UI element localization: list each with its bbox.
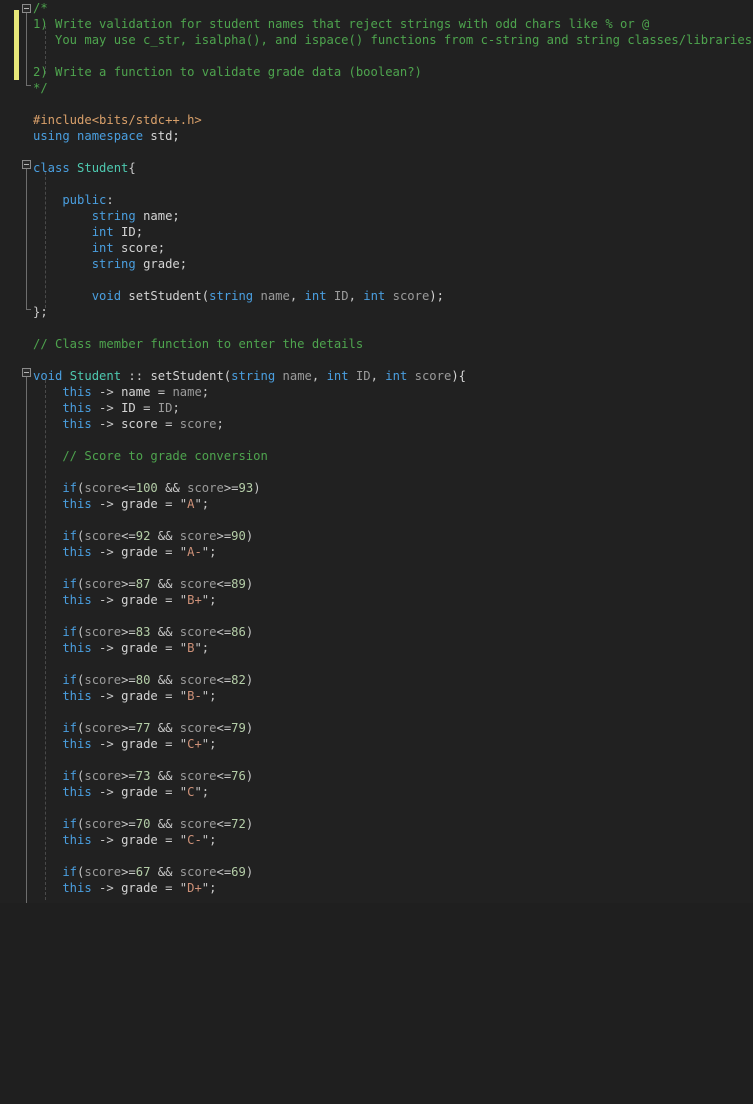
code-line: this -> score = score; <box>33 417 224 431</box>
code-line: 2) Write a function to validate grade da… <box>33 65 422 79</box>
code-line: this -> grade = "B"; <box>33 641 210 655</box>
code-line: string name; <box>33 209 180 223</box>
code-line: using namespace std; <box>33 129 180 143</box>
code-line: // Score to grade conversion <box>33 449 268 463</box>
code-line: if(score>=80 && score<=82) <box>33 673 254 687</box>
code-editor[interactable]: /* 1) Write validation for student names… <box>0 0 753 903</box>
code-line: void setStudent(string name, int ID, int… <box>33 289 444 303</box>
code-line: this -> grade = "C"; <box>33 785 210 799</box>
code-line: int score; <box>33 241 166 255</box>
code-line: this -> name = name; <box>33 385 210 399</box>
code-line: if(score>=67 && score<=69) <box>33 865 254 879</box>
code-line: this -> grade = "B-"; <box>33 689 217 703</box>
code-line: if(score>=73 && score<=76) <box>33 769 254 783</box>
code-line: if(score>=77 && score<=79) <box>33 721 254 735</box>
code-content[interactable]: /* 1) Write validation for student names… <box>0 0 753 1104</box>
code-line: if(score>=70 && score<=72) <box>33 817 254 831</box>
code-line: class Student{ <box>33 161 136 175</box>
code-line: #include<bits/stdc++.h> <box>33 113 202 127</box>
code-line: this -> grade = "A-"; <box>33 545 217 559</box>
code-line: if(score<=92 && score>=90) <box>33 529 254 543</box>
code-line: /* <box>33 1 48 15</box>
code-line: if(score>=87 && score<=89) <box>33 577 254 591</box>
code-line: this -> grade = "D+"; <box>33 881 217 895</box>
code-line: this -> ID = ID; <box>33 401 180 415</box>
code-line: 1) Write validation for student names th… <box>33 17 650 31</box>
code-line: this -> grade = "A"; <box>33 497 210 511</box>
code-line: int ID; <box>33 225 144 239</box>
code-line: this -> grade = "C-"; <box>33 833 217 847</box>
code-line: You may use c_str, isalpha(), and ispace… <box>33 33 753 47</box>
code-line: public: <box>33 193 114 207</box>
code-line: }; <box>33 305 48 319</box>
code-line: */ <box>33 81 48 95</box>
code-line: // Class member function to enter the de… <box>33 337 364 351</box>
code-line: void Student :: setStudent(string name, … <box>33 369 467 383</box>
code-line: if(score<=100 && score>=93) <box>33 481 261 495</box>
code-line: string grade; <box>33 257 188 271</box>
code-line: if(score>=83 && score<=86) <box>33 625 254 639</box>
code-line: this -> grade = "C+"; <box>33 737 217 751</box>
code-line: this -> grade = "B+"; <box>33 593 217 607</box>
